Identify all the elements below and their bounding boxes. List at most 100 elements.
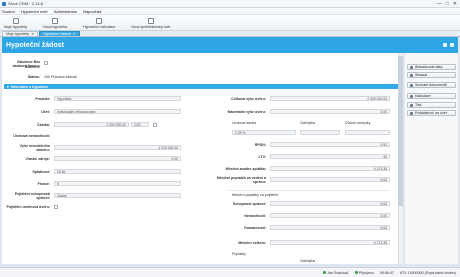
divider [228, 190, 390, 191]
pin-icon[interactable] [443, 43, 447, 47]
purpose-label: Účel: [41, 110, 50, 114]
connection-status: Připojeno [354, 270, 374, 275]
delete-icon [410, 73, 413, 77]
user-status: Jan Svačina1 [323, 270, 349, 275]
own-label: Výše investičního záměru: [19, 144, 50, 152]
household-label: Domácnosti: [244, 226, 266, 230]
maximize-button[interactable]: □ [446, 1, 449, 7]
toolbar-label: Nový spotřebitelský úvěr [131, 25, 171, 29]
own-resources-field[interactable]: 0,00 [54, 156, 181, 161]
menu-file[interactable]: Soubor [2, 9, 15, 14]
total-monthly-field: 4 274,35 [270, 240, 390, 245]
documents-icon [410, 83, 413, 87]
title-bar: Sivue CRM - 2.14.8 — □ ✕ [0, 0, 460, 8]
insurance-heading: Měsíční poplatky za pojištění: [232, 193, 280, 197]
amount-field[interactable]: 2 000 000,00 [54, 122, 129, 127]
page-header: Hypoteční žádost [2, 37, 458, 53]
collapse-icon: ▾ [7, 84, 9, 89]
status-value: 100 Příprava žádosti [44, 75, 77, 79]
tab-label: Hypoteční žádost [43, 31, 71, 36]
property-field: 0,00 [270, 213, 390, 218]
maturity-label: Splatnost: [32, 170, 50, 174]
toolbar-new-consumer-loan[interactable]: Nový spotřebitelský úvěr [131, 18, 170, 29]
refresh-icon [410, 65, 413, 69]
fees-heading: Poplatky [232, 252, 246, 256]
reason-heading: Důvod odchylky [345, 121, 371, 125]
fee-field: 0,00 [270, 177, 390, 182]
print-button[interactable]: Tisk [407, 102, 456, 108]
total-monthly-label: Měsíční celkem: [238, 241, 266, 245]
ltv-label: LTV: [258, 155, 266, 159]
menu-mortgage[interactable]: Hypoteční úvěr [21, 9, 48, 14]
button-label: Tisk [415, 103, 422, 107]
toolbar-new-mortgage[interactable]: Nová hypotéka [43, 18, 67, 29]
settings-icon[interactable] [450, 43, 454, 47]
menu-help[interactable]: Nápověda [83, 9, 101, 14]
amount-label: Částka: [37, 123, 50, 127]
section-header[interactable]: ▾ Informace o hypotéce [4, 84, 398, 89]
calculation-button[interactable]: Kalkulace [407, 93, 456, 99]
total-field: 2 000 000,00 [270, 96, 390, 101]
product-select[interactable]: Hypotéka [54, 96, 181, 101]
toolbar-label: Nová hypotéka [43, 25, 68, 29]
button-label: Smazat [415, 73, 428, 77]
fixation-select[interactable]: 5 [54, 181, 181, 186]
fixation-label: Úroková nemovitostí: [13, 134, 50, 138]
fee-label: Měsíční poplatek za vedení a správu: [216, 176, 266, 184]
rate-heading: Úroková sazba [232, 121, 256, 125]
amount-checkbox[interactable] [153, 123, 157, 127]
max-field: 0,00 [270, 109, 390, 114]
button-label: Aktualizovat data [415, 65, 443, 69]
guarantee-label: Fixace: [37, 182, 50, 186]
action-sidebar: Aktualizovat data Smazat Seznam dokument… [405, 53, 458, 264]
menu-administration[interactable]: Administrace [54, 9, 77, 14]
tab-my-mortgages[interactable]: Moje hypotéky ✕ [2, 31, 39, 37]
toolbar-my-mortgages[interactable]: Moje hypotéky [4, 18, 27, 29]
status-label: Status: [27, 75, 40, 79]
toolbar-mortgage-calculation[interactable]: Hypoteční kalkulace [83, 18, 115, 29]
request-loan-button[interactable]: Požádat/vrk na úvěr [407, 110, 456, 116]
menu-bar: Soubor Hypoteční úvěr Administrace Nápov… [0, 8, 460, 15]
max-label: Maximální výše úvěru: [227, 110, 266, 114]
window-title: Sivue CRM - 2.14.8 [8, 1, 43, 6]
delete-button[interactable]: Smazat [407, 72, 456, 78]
toolbar-label: Moje hypotéky [4, 25, 28, 29]
close-button[interactable]: ✕ [453, 1, 457, 7]
clock: 09:56:47 [379, 270, 394, 275]
button-label: Seznam dokumentů [415, 83, 447, 87]
new-document-icon [52, 18, 59, 24]
close-icon[interactable]: ✕ [73, 32, 76, 37]
early-label: Pojištění úmrtnost úvěru: [6, 205, 50, 209]
calculator-icon [410, 94, 413, 98]
account-info: ATV 14000000 (Expa banki broker) [399, 270, 456, 275]
no-firm-checkbox[interactable] [44, 61, 48, 65]
button-label: Kalkulace [415, 94, 431, 98]
early-checkbox[interactable] [54, 205, 58, 209]
investment-field[interactable]: 1 000 000,00 [54, 145, 181, 150]
search-icon [12, 18, 19, 24]
monthly-label: Měsíční anuitní splátka: [225, 167, 266, 171]
minimize-button[interactable]: — [437, 1, 442, 7]
user-icon [323, 270, 327, 274]
own-resources-label: Vlastní zdroje: [25, 157, 50, 161]
currency-select[interactable]: CZK [131, 122, 149, 127]
reason-select[interactable] [345, 130, 390, 135]
purpose-select[interactable]: Individuální refinancování [54, 109, 181, 114]
rpsn-field: 3,52 [270, 142, 390, 147]
scrollbar-thumb[interactable] [398, 56, 403, 206]
toolbar-label: Hypoteční kalkulace [83, 25, 116, 29]
maturity-select[interactable]: 20 let [54, 169, 181, 174]
deviation-field[interactable] [300, 130, 340, 135]
connected-icon [354, 270, 358, 274]
app-icon [2, 1, 6, 6]
documents-button[interactable]: Seznam dokumentů [407, 82, 456, 88]
refresh-data-button[interactable]: Aktualizovat data [407, 64, 456, 70]
request-icon [410, 111, 413, 115]
tab-label: Moje hypotéky [6, 31, 30, 36]
insurance-label: Pojištění schopnosti splácet: [14, 192, 50, 200]
tab-mortgage-application[interactable]: Hypoteční žádost ✕ [39, 31, 80, 36]
insurance-select[interactable]: Žádné [54, 193, 181, 198]
deviation-heading: Odchylka [300, 121, 315, 125]
close-icon[interactable]: ✕ [31, 32, 34, 37]
section-title: Informace o hypotéce [10, 84, 48, 89]
